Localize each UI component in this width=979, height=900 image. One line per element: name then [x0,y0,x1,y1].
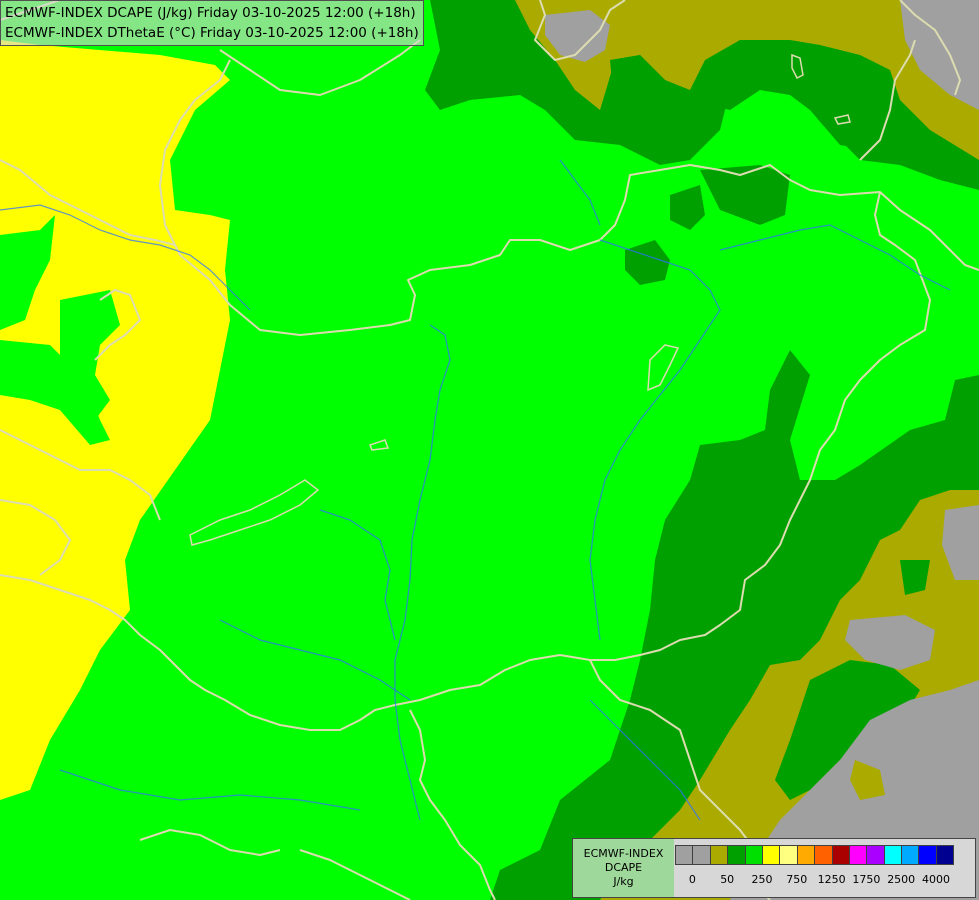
legend-tick-label: 1750 [852,873,881,886]
legend-title: ECMWF-INDEX DCAPE J/kg [573,839,674,897]
map-title-line-dcape: ECMWF-INDEX DCAPE (J/kg) Friday 03-10-20… [5,5,416,21]
legend-title-model: ECMWF-INDEX [583,847,664,860]
legend-swatch [901,845,920,865]
legend-swatch [692,845,711,865]
legend-swatch [935,845,955,865]
map-view[interactable]: ECMWF-INDEX DCAPE (J/kg) Friday 03-10-20… [0,0,979,900]
legend-swatch [675,845,694,865]
legend-swatch [761,845,781,865]
legend-title-unit: J/kg [613,875,634,888]
legend-tick-label: 750 [786,873,808,886]
legend-tick-label: 4000 [922,873,950,886]
map-title-box: ECMWF-INDEX DCAPE (J/kg) Friday 03-10-20… [0,0,424,46]
legend-tick-labels: 0 50 250 750 1250 1750 2500 4000 [675,873,975,889]
legend-swatch [831,845,850,865]
legend-swatch [779,845,798,865]
weather-map[interactable] [0,0,979,900]
legend-swatch [727,845,746,865]
legend-swatch [918,845,937,865]
legend-tick-label: 250 [751,873,773,886]
color-scale-legend: ECMWF-INDEX DCAPE J/kg 0 50 250 750 1250 1750… [572,838,976,898]
map-title-line-dthetae: ECMWF-INDEX DThetaE (°C) Friday 03-10-20… [5,25,419,41]
legend-swatch [814,845,833,865]
legend-swatch [848,845,868,865]
legend-swatch [744,845,763,865]
legend-swatch [709,845,729,865]
legend-title-parameter: DCAPE [604,861,643,874]
legend-tick-label: 50 [720,873,735,886]
legend-swatches [675,845,955,865]
legend-tick-label: 2500 [887,873,916,886]
legend-tick-label: 0 [688,873,696,886]
legend-tick-label: 1250 [817,873,846,886]
legend-swatch [866,845,885,865]
legend-swatch [883,845,903,865]
legend-swatch [796,845,816,865]
